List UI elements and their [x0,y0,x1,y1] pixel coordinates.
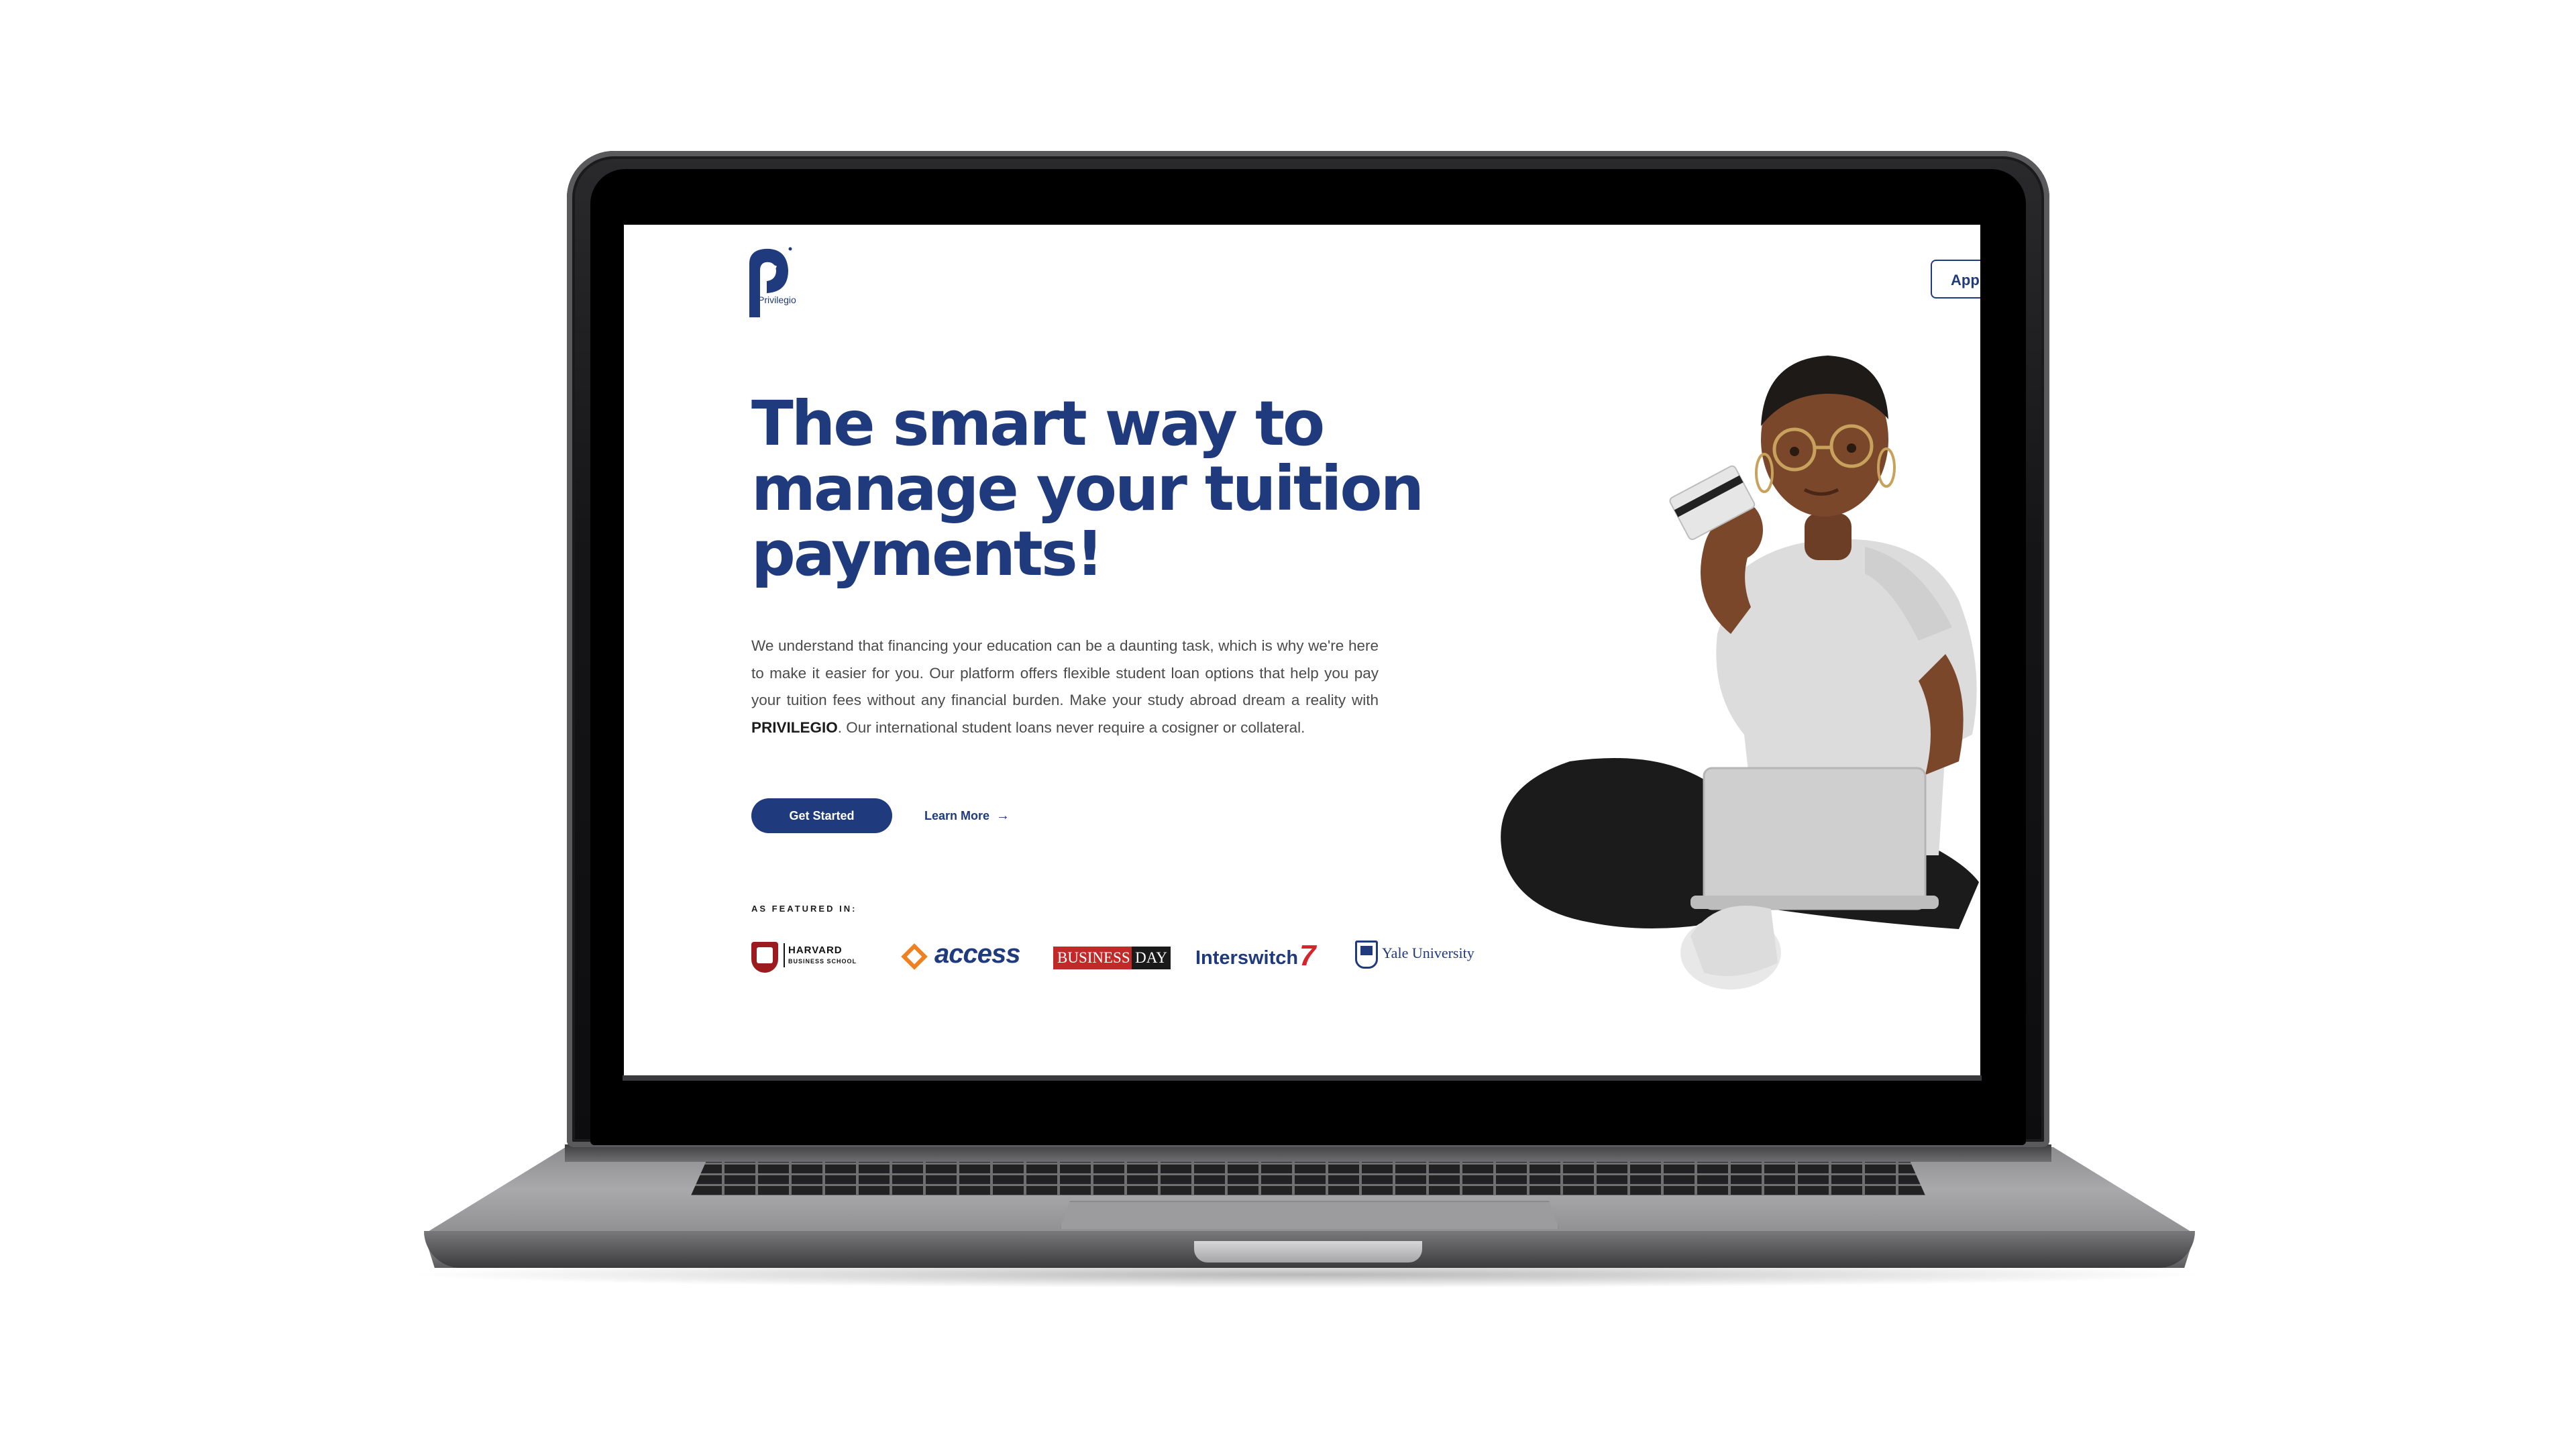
interswitch-wordmark: Interswitch [1195,947,1299,969]
featured-label: AS FEATURED IN: [751,904,857,914]
student-illustration [1501,356,1979,989]
screen-edge [623,1075,1982,1081]
interswitch-logo: Interswitch 7 [1195,938,1330,978]
harvard-logo: HARVARD BUSINESS SCHOOL [751,938,879,978]
logo-wordmark: Privilegio [758,294,796,305]
learn-more-label: Learn More [924,809,990,822]
laptop-lid-notch [1194,1241,1422,1263]
desc-text-1: We understand that financing your educat… [751,637,1379,708]
yale-logo: Yale University [1355,938,1483,978]
laptop-trackpad [1060,1201,1559,1229]
access-logo: access [901,938,1036,978]
harvard-line2: BUSINESS SCHOOL [788,958,857,965]
businessday-logo: BUSINESS DAY [1053,947,1171,969]
get-started-button[interactable]: Get Started [751,798,892,833]
desc-text-2: . Our international student loans never … [837,718,1305,736]
yale-wordmark: Yale University [1382,945,1474,961]
harvard-line1: HARVARD [788,945,843,956]
laptop-screen: Privilegio Appl The smart way to manage … [624,225,1980,1075]
logo-divider [784,943,785,967]
apply-button[interactable]: Appl [1931,260,1980,299]
desc-brand: PRIVILEGIO [751,718,838,736]
arrow-right-icon: → [996,808,1010,823]
businessday-word1: BUSINESS [1057,949,1130,966]
access-wordmark: access [934,939,1020,969]
yale-crest-icon [1355,941,1378,969]
harvard-shield-icon [751,942,778,973]
hero-description: We understand that financing your educat… [751,633,1379,741]
access-diamond-icon [901,943,928,970]
interswitch-swoosh-icon: 7 [1299,939,1316,972]
businessday-word2: DAY [1132,947,1171,969]
learn-more-link[interactable]: Learn More → [924,807,1010,824]
hero-headline: The smart way to manage your tuition pay… [751,388,1424,590]
privilegio-logo[interactable] [735,244,808,324]
